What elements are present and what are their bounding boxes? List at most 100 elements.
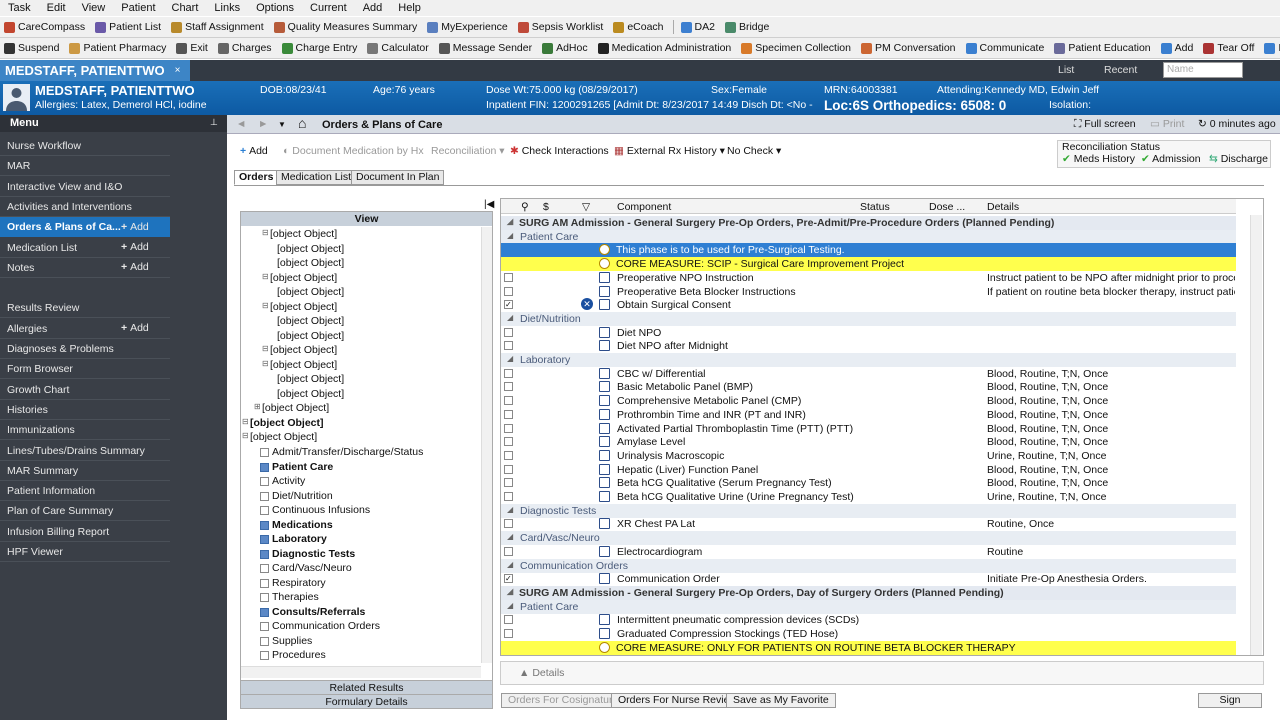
cancel-icon[interactable]: ✕ xyxy=(581,298,593,311)
sidebar-item[interactable]: MAR xyxy=(0,156,170,177)
collapse-icon[interactable]: ◢ xyxy=(507,231,513,240)
refresh-button[interactable]: ↻ 0 minutes ago xyxy=(1198,118,1276,130)
toolbar-button[interactable]: Calculator xyxy=(363,42,434,54)
toolbar-button[interactable]: PM Conversation xyxy=(857,42,962,54)
category-checkbox[interactable] xyxy=(260,506,269,515)
grid-scrollbar[interactable] xyxy=(1250,215,1262,655)
order-row[interactable]: Amylase Level Blood, Routine, T;N, Once xyxy=(501,435,1236,449)
toolbar-button[interactable]: Patient List xyxy=(91,21,167,33)
menu-item[interactable]: View xyxy=(74,2,114,14)
collapse-icon[interactable]: ◢ xyxy=(507,354,513,363)
order-row[interactable]: ✓ Communication Order Initiate Pre-Op Anes… xyxy=(501,572,1236,586)
category-label[interactable]: Communication Orders xyxy=(272,620,380,632)
tree-node[interactable]: [object Object] xyxy=(277,315,344,327)
expand-icon[interactable]: ⊟ xyxy=(262,301,269,310)
order-row[interactable]: Diet NPO xyxy=(501,326,1236,340)
discharge-status[interactable]: ⇆ Discharge xyxy=(1209,153,1268,165)
order-row[interactable]: Preoperative NPO Instruction Instruct pat… xyxy=(501,271,1236,285)
menu-item[interactable]: Patient xyxy=(113,2,163,14)
orders-for-nurse-review-button[interactable]: Orders For Nurse Review xyxy=(611,693,745,708)
category-checkbox[interactable] xyxy=(260,491,269,501)
order-checkbox[interactable] xyxy=(504,519,513,529)
order-checkbox[interactable] xyxy=(504,492,513,501)
order-checkbox[interactable] xyxy=(504,286,513,296)
category-checkbox[interactable] xyxy=(260,622,269,631)
toolbar-button[interactable]: Message Sender xyxy=(435,42,538,54)
order-row[interactable]: Intermittent pneumatic compression devic… xyxy=(501,613,1236,627)
home-icon[interactable]: ⌂ xyxy=(298,115,306,131)
order-checkbox[interactable] xyxy=(504,409,513,419)
category-checkbox[interactable] xyxy=(260,549,269,559)
order-row[interactable]: Electrocardiogram Routine xyxy=(501,545,1236,559)
order-checkbox[interactable] xyxy=(504,423,513,433)
tab-orders[interactable]: Orders xyxy=(234,170,279,185)
tree-node[interactable]: [object Object] xyxy=(270,228,337,240)
menu-item[interactable]: Help xyxy=(390,2,429,14)
toolbar-button[interactable]: CareCompass xyxy=(0,21,91,33)
add-order-button[interactable]: + Add xyxy=(240,145,268,157)
order-row[interactable]: Diet NPO after Midnight xyxy=(501,339,1236,353)
expand-icon[interactable]: ⊞ xyxy=(254,402,261,411)
tree-node[interactable]: [object Object] xyxy=(250,417,324,429)
order-checkbox[interactable] xyxy=(504,272,513,282)
sidebar-add-button[interactable]: + Add xyxy=(121,261,149,273)
order-row[interactable]: Urinalysis Macroscopic Urine, Routine, T;… xyxy=(501,449,1236,463)
expand-icon[interactable]: ⊟ xyxy=(262,272,269,281)
menu-item[interactable]: Add xyxy=(355,2,391,14)
toolbar-button[interactable]: MyExperience xyxy=(423,21,514,33)
expand-icon[interactable]: ⊟ xyxy=(262,344,269,353)
tree-node[interactable]: [object Object] xyxy=(270,359,337,371)
order-row[interactable]: Beta hCG Qualitative Urine (Urine Pregna… xyxy=(501,490,1236,504)
category-checkbox[interactable] xyxy=(260,448,269,457)
tree-hscrollbar[interactable] xyxy=(241,666,481,678)
no-check-dropdown[interactable]: No Check ▾ xyxy=(727,145,781,157)
tree-node[interactable]: [object Object] xyxy=(277,257,344,269)
tree-node[interactable]: [object Object] xyxy=(270,301,337,313)
toolbar-button[interactable]: Tear Off xyxy=(1199,42,1260,54)
phase-header[interactable]: ◢ SURG AM Admission - General Surgery Pre… xyxy=(501,216,1236,230)
toolbar-button[interactable]: Patient Pharmacy xyxy=(65,42,172,54)
menu-item[interactable]: Current xyxy=(302,2,355,14)
toolbar-button[interactable]: DA2 xyxy=(677,21,721,33)
sidebar-item[interactable]: Results Review xyxy=(0,298,170,319)
tree-node[interactable]: [object Object] xyxy=(277,388,344,400)
order-checkbox[interactable] xyxy=(504,382,513,392)
details-panel[interactable]: ▲ Details xyxy=(500,661,1264,685)
toolbar-button[interactable]: Sepsis Worklist xyxy=(514,21,610,33)
admission-status[interactable]: ✔ Admission xyxy=(1141,153,1201,165)
collapse-icon[interactable]: ◢ xyxy=(507,505,513,514)
sidebar-item[interactable]: Activities and Interventions xyxy=(0,197,170,217)
back-icon[interactable]: ◄ xyxy=(236,118,246,130)
column-header-status[interactable]: Status xyxy=(860,201,890,213)
category-checkbox[interactable] xyxy=(260,520,269,530)
sidebar-add-button[interactable]: + Add xyxy=(121,322,149,334)
category-label[interactable]: Supplies xyxy=(272,635,312,647)
category-checkbox[interactable] xyxy=(260,651,269,660)
toolbar-button[interactable]: Charge Entry xyxy=(278,42,364,54)
category-label[interactable]: Continuous Infusions xyxy=(272,504,370,516)
chevron-down-icon[interactable]: ▼ xyxy=(278,120,286,129)
order-row[interactable]: This phase is to be used for Pre-Surgica… xyxy=(501,243,1236,258)
print-button[interactable]: ▭ Print xyxy=(1150,118,1184,130)
order-checkbox[interactable]: ✓ xyxy=(504,574,513,584)
sidebar-item[interactable]: HPF Viewer xyxy=(0,542,170,562)
sidebar-item[interactable]: Interactive View and I&O xyxy=(0,177,170,197)
order-checkbox[interactable]: ✓ xyxy=(504,300,513,310)
order-row[interactable]: Comprehensive Metabolic Panel (CMP) Blood… xyxy=(501,394,1236,408)
column-header-cost[interactable]: $ xyxy=(543,201,549,213)
menu-item[interactable]: Links xyxy=(206,2,248,14)
category-label[interactable]: Therapies xyxy=(272,591,319,603)
toolbar-button[interactable]: Patient Education xyxy=(1050,42,1156,54)
tab-document-in-plan[interactable]: Document In Plan xyxy=(351,170,445,185)
patient-search-input[interactable]: Name xyxy=(1163,62,1243,78)
order-row[interactable]: XR Chest PA Lat Routine, Once xyxy=(501,517,1236,531)
order-row[interactable]: Preoperative Beta Blocker Instructions If… xyxy=(501,285,1236,299)
sidebar-add-button[interactable]: + Add xyxy=(121,241,149,253)
menu-item[interactable]: Options xyxy=(248,2,302,14)
patient-tab[interactable]: MEDSTAFF, PATIENTTWO xyxy=(0,60,190,81)
tree-scrollbar[interactable] xyxy=(481,227,492,663)
category-checkbox[interactable] xyxy=(260,636,269,646)
tree-node[interactable]: [object Object] xyxy=(277,330,344,342)
order-row[interactable]: CBC w/ Differential Blood, Routine, T;N, … xyxy=(501,367,1236,381)
category-label[interactable]: Laboratory xyxy=(272,533,327,545)
